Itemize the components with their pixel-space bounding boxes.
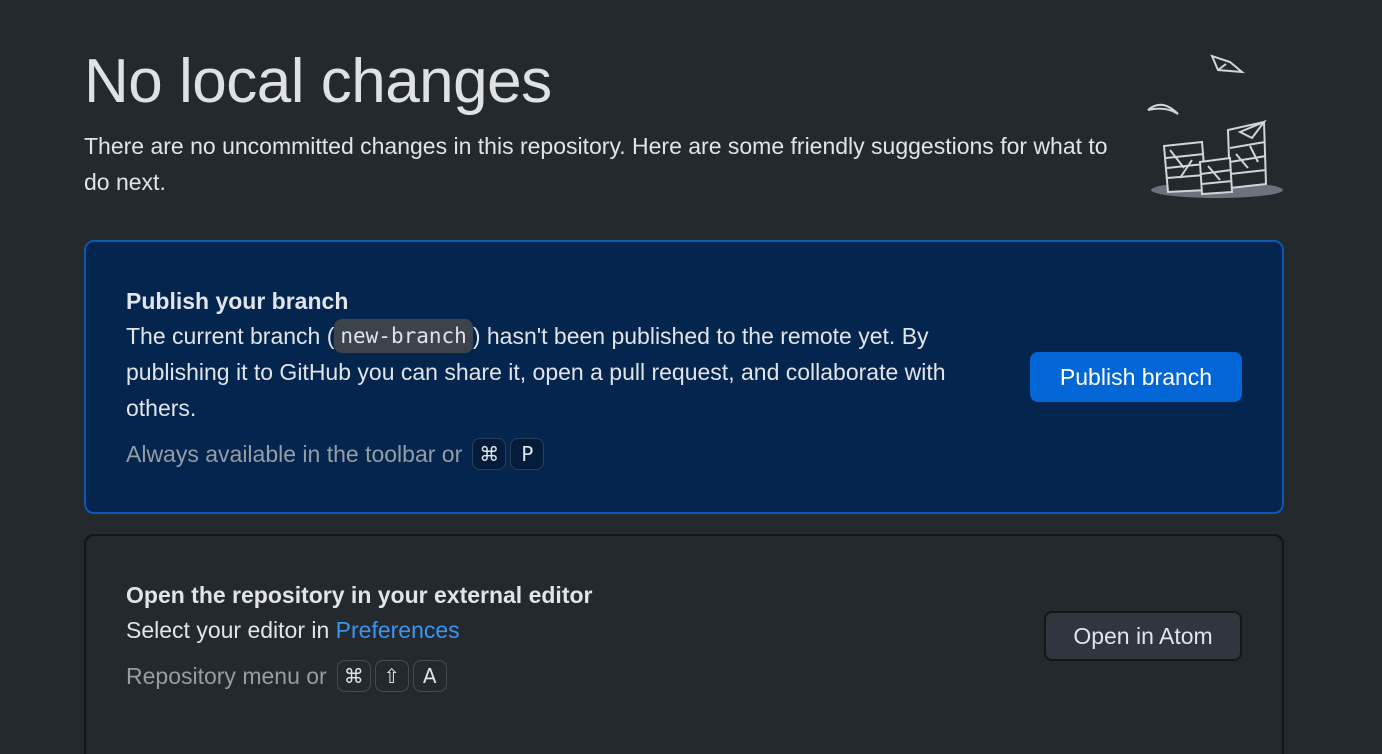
publish-branch-card: Publish your branch The current branch (…: [84, 240, 1284, 514]
editor-hint-text: Repository menu or: [126, 663, 327, 689]
command-key: ⌘: [336, 660, 371, 692]
publish-desc-before: The current branch (: [126, 323, 335, 349]
publish-branch-content: Publish your branch The current branch (…: [126, 284, 976, 472]
publish-shortcut-hint: Always available in the toolbar or ⌘ P: [126, 436, 976, 472]
open-editor-title: Open the repository in your external edi…: [126, 582, 593, 608]
open-editor-card: Open the repository in your external edi…: [84, 534, 1284, 754]
open-editor-description: Select your editor in Preferences: [126, 612, 976, 648]
publish-branch-button[interactable]: Publish branch: [1030, 352, 1242, 402]
command-key: ⌘: [472, 438, 507, 470]
editor-shortcut-hint: Repository menu or ⌘ ⇧ A: [126, 658, 976, 694]
open-in-atom-button[interactable]: Open in Atom: [1044, 611, 1242, 661]
editor-desc-before: Select your editor in: [126, 617, 330, 643]
branch-name-pill: new-branch: [334, 319, 473, 353]
open-editor-content: Open the repository in your external edi…: [126, 578, 976, 694]
p-key: P: [510, 438, 545, 470]
publish-hint-text: Always available in the toolbar or: [126, 441, 463, 467]
page-description: There are no uncommitted changes in this…: [84, 133, 1108, 195]
no-changes-view: No local changes There are no uncommitte…: [0, 0, 1382, 754]
a-key: A: [412, 660, 447, 692]
shift-key: ⇧: [374, 660, 409, 692]
paper-stacks-illustration: [1147, 54, 1283, 198]
publish-branch-description: The current branch (new-branch) hasn't b…: [126, 318, 976, 426]
publish-branch-title: Publish your branch: [126, 288, 349, 314]
preferences-link[interactable]: Preferences: [336, 617, 460, 643]
page-title: No local changes: [84, 47, 552, 116]
